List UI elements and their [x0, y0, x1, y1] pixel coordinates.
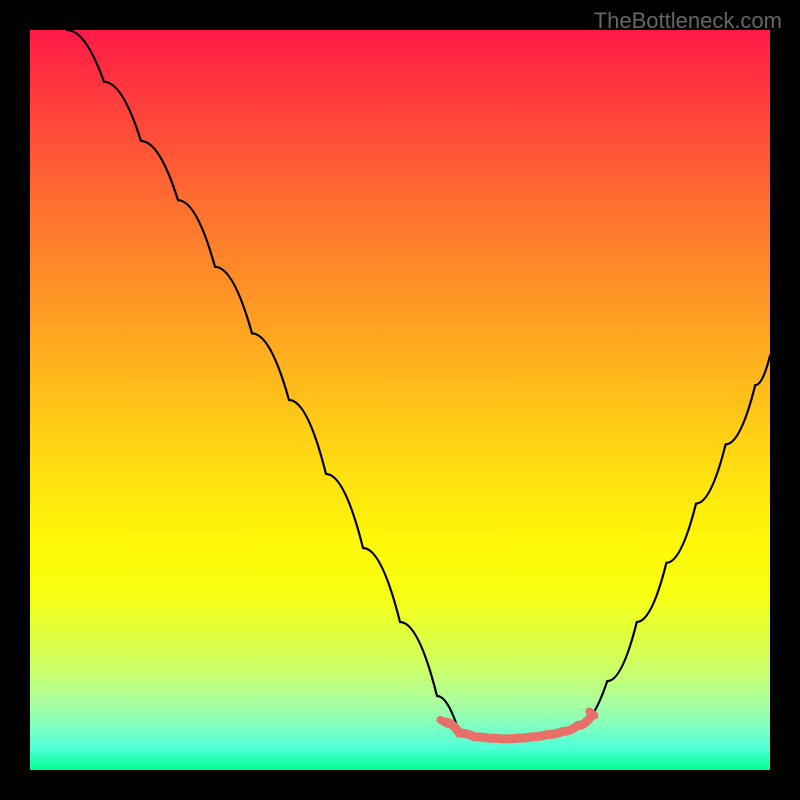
series-bottom-end-dot — [585, 708, 593, 716]
watermark-text: TheBottleneck.com — [594, 8, 782, 34]
series-curve-left — [67, 30, 459, 733]
series-bottom-end-dot — [436, 716, 444, 724]
series-bottom-end-dot — [443, 720, 451, 728]
chart-svg — [30, 30, 770, 770]
series-bottom-segment — [444, 715, 592, 739]
chart-plot-area — [30, 30, 770, 770]
series-curve-right — [578, 356, 770, 726]
series-bottom-end-dot — [590, 712, 598, 720]
